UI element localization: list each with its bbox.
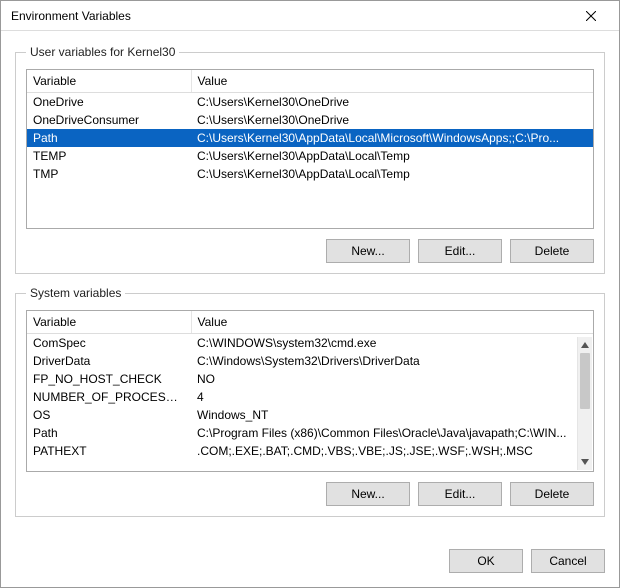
- system-new-button[interactable]: New...: [326, 482, 410, 506]
- cell-variable: FP_NO_HOST_CHECK: [27, 370, 191, 388]
- scrollbar-track[interactable]: [578, 353, 592, 454]
- table-row[interactable]: OSWindows_NT: [27, 406, 593, 424]
- table-row[interactable]: FP_NO_HOST_CHECKNO: [27, 370, 593, 388]
- cell-variable: OneDriveConsumer: [27, 111, 191, 129]
- cell-value: C:\Users\Kernel30\OneDrive: [191, 111, 593, 129]
- cell-value: C:\Users\Kernel30\AppData\Local\Microsof…: [191, 129, 593, 147]
- close-icon: [586, 11, 596, 21]
- user-col-variable[interactable]: Variable: [27, 70, 191, 93]
- chevron-up-icon: [581, 341, 589, 349]
- system-edit-button[interactable]: Edit...: [418, 482, 502, 506]
- user-button-row: New... Edit... Delete: [26, 239, 594, 263]
- user-delete-button[interactable]: Delete: [510, 239, 594, 263]
- user-variables-table[interactable]: Variable Value OneDriveC:\Users\Kernel30…: [27, 70, 593, 183]
- scrollbar-thumb[interactable]: [580, 353, 590, 409]
- table-row[interactable]: TEMPC:\Users\Kernel30\AppData\Local\Temp: [27, 147, 593, 165]
- cell-value: 4: [191, 388, 593, 406]
- system-variables-table[interactable]: Variable Value ComSpecC:\WINDOWS\system3…: [27, 311, 593, 460]
- titlebar: Environment Variables: [1, 1, 619, 31]
- cell-value: C:\WINDOWS\system32\cmd.exe: [191, 334, 593, 353]
- table-row[interactable]: TMPC:\Users\Kernel30\AppData\Local\Temp: [27, 165, 593, 183]
- system-variables-group: System variables Variable Value ComSpecC…: [15, 286, 605, 517]
- user-edit-button[interactable]: Edit...: [418, 239, 502, 263]
- table-row[interactable]: DriverDataC:\Windows\System32\Drivers\Dr…: [27, 352, 593, 370]
- cell-variable: OS: [27, 406, 191, 424]
- cancel-button[interactable]: Cancel: [531, 549, 605, 573]
- cell-value: C:\Program Files (x86)\Common Files\Orac…: [191, 424, 593, 442]
- system-delete-button[interactable]: Delete: [510, 482, 594, 506]
- cell-variable: PATHEXT: [27, 442, 191, 460]
- system-col-value[interactable]: Value: [191, 311, 593, 334]
- table-row[interactable]: ComSpecC:\WINDOWS\system32\cmd.exe: [27, 334, 593, 353]
- cell-value: C:\Users\Kernel30\AppData\Local\Temp: [191, 165, 593, 183]
- cell-variable: NUMBER_OF_PROCESSORS: [27, 388, 191, 406]
- system-button-row: New... Edit... Delete: [26, 482, 594, 506]
- cell-value: C:\Windows\System32\Drivers\DriverData: [191, 352, 593, 370]
- env-vars-dialog: Environment Variables User variables for…: [0, 0, 620, 588]
- system-variables-legend: System variables: [26, 286, 125, 300]
- system-variables-table-wrap: Variable Value ComSpecC:\WINDOWS\system3…: [26, 310, 594, 472]
- scroll-up-arrow[interactable]: [578, 337, 592, 353]
- dialog-footer: OK Cancel: [1, 549, 619, 587]
- cell-variable: Path: [27, 129, 191, 147]
- user-variables-table-wrap: Variable Value OneDriveC:\Users\Kernel30…: [26, 69, 594, 229]
- cell-variable: Path: [27, 424, 191, 442]
- table-row[interactable]: PATHEXT.COM;.EXE;.BAT;.CMD;.VBS;.VBE;.JS…: [27, 442, 593, 460]
- user-new-button[interactable]: New...: [326, 239, 410, 263]
- cell-value: C:\Users\Kernel30\OneDrive: [191, 93, 593, 112]
- cell-value: NO: [191, 370, 593, 388]
- cell-value: .COM;.EXE;.BAT;.CMD;.VBS;.VBE;.JS;.JSE;.…: [191, 442, 593, 460]
- dialog-content: User variables for Kernel30 Variable Val…: [1, 31, 619, 549]
- cell-variable: OneDrive: [27, 93, 191, 112]
- table-row[interactable]: NUMBER_OF_PROCESSORS4: [27, 388, 593, 406]
- cell-variable: ComSpec: [27, 334, 191, 353]
- cell-value: C:\Users\Kernel30\AppData\Local\Temp: [191, 147, 593, 165]
- table-row[interactable]: OneDriveC:\Users\Kernel30\OneDrive: [27, 93, 593, 112]
- window-title: Environment Variables: [11, 9, 131, 23]
- user-variables-group: User variables for Kernel30 Variable Val…: [15, 45, 605, 274]
- user-col-value[interactable]: Value: [191, 70, 593, 93]
- table-row[interactable]: OneDriveConsumerC:\Users\Kernel30\OneDri…: [27, 111, 593, 129]
- cell-variable: TEMP: [27, 147, 191, 165]
- ok-button[interactable]: OK: [449, 549, 523, 573]
- cell-value: Windows_NT: [191, 406, 593, 424]
- system-col-variable[interactable]: Variable: [27, 311, 191, 334]
- system-scrollbar[interactable]: [577, 337, 592, 470]
- cell-variable: TMP: [27, 165, 191, 183]
- cell-variable: DriverData: [27, 352, 191, 370]
- chevron-down-icon: [581, 458, 589, 466]
- table-row[interactable]: PathC:\Program Files (x86)\Common Files\…: [27, 424, 593, 442]
- table-row[interactable]: PathC:\Users\Kernel30\AppData\Local\Micr…: [27, 129, 593, 147]
- scroll-down-arrow[interactable]: [578, 454, 592, 470]
- user-variables-legend: User variables for Kernel30: [26, 45, 179, 59]
- close-button[interactable]: [571, 2, 611, 30]
